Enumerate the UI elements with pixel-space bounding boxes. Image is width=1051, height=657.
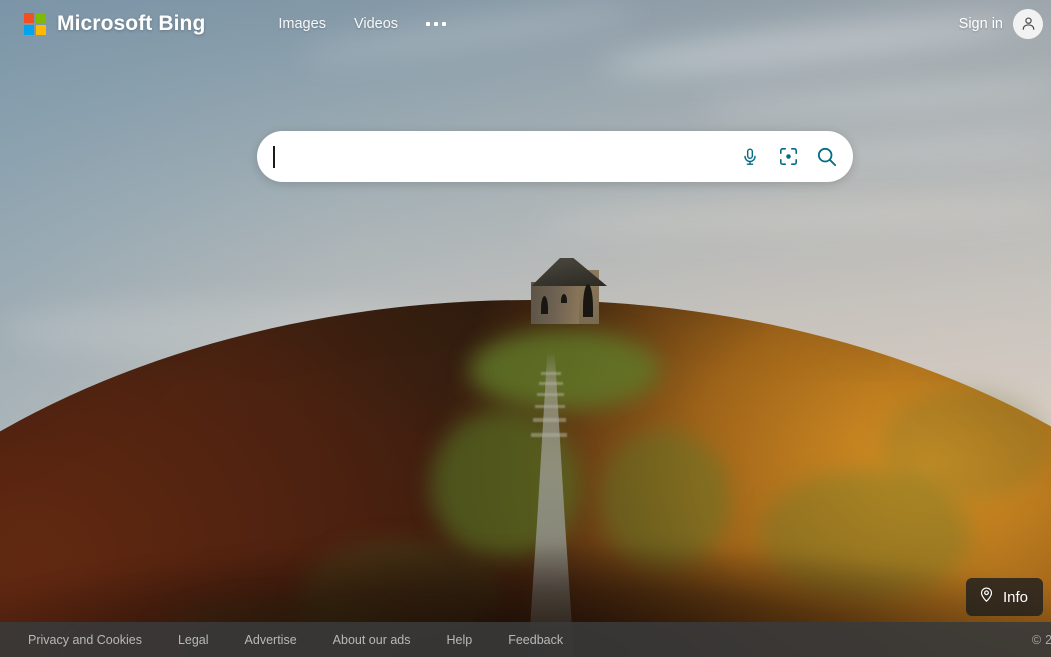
footer-legal[interactable]: Legal (178, 633, 209, 647)
microphone-icon[interactable] (737, 144, 763, 170)
path-step (537, 393, 564, 396)
footer-privacy-and-cookies[interactable]: Privacy and Cookies (28, 633, 142, 647)
search-action-icons (737, 144, 839, 170)
logo-square-yellow (36, 24, 46, 35)
image-info-button[interactable]: Info (965, 578, 1043, 616)
chapel-window (561, 294, 567, 303)
path-step (531, 433, 567, 437)
logo-square-red (24, 12, 34, 23)
ellipsis-dot (442, 21, 447, 26)
bing-logo-link[interactable]: Microsoft Bing (24, 12, 205, 36)
copyright-year: 20 (1045, 632, 1051, 647)
search-input[interactable] (273, 131, 737, 182)
site-footer: Privacy and Cookies Legal Advertise Abou… (0, 622, 1051, 657)
logo-square-green (36, 12, 46, 23)
info-button-label: Info (1002, 588, 1028, 606)
footer-links: Privacy and Cookies Legal Advertise Abou… (28, 633, 599, 647)
person-avatar-icon[interactable] (1013, 8, 1043, 39)
path-step (535, 405, 565, 408)
chapel-ruin (523, 258, 607, 324)
ellipsis-icon[interactable] (412, 12, 460, 36)
ellipsis-dot (434, 21, 439, 26)
footer-feedback[interactable]: Feedback (508, 633, 563, 647)
footer-advertise[interactable]: Advertise (245, 633, 297, 647)
path-step (539, 382, 563, 385)
path-step (533, 418, 566, 422)
footer-about-our-ads[interactable]: About our ads (333, 633, 411, 647)
site-header: Microsoft Bing Images Videos Sign in (0, 0, 1051, 47)
primary-nav: Images Videos (264, 10, 460, 38)
visual-search-camera-icon[interactable] (775, 144, 801, 170)
header-account-area: Sign in (959, 8, 1043, 39)
background-hill-photo (0, 0, 1051, 657)
copyright-symbol: © (1031, 632, 1042, 647)
microsoft-squares-logo (24, 12, 46, 35)
bing-homepage: Microsoft Bing Images Videos Sign in Inf… (0, 0, 1051, 657)
footer-help[interactable]: Help (447, 633, 473, 647)
location-pin-icon (978, 586, 995, 608)
text-caret (273, 146, 275, 168)
search-area (257, 131, 853, 182)
copyright-notice: © 20 (1032, 633, 1051, 647)
ellipsis-dot (426, 21, 431, 26)
nav-videos[interactable]: Videos (340, 10, 412, 38)
chapel-window (541, 296, 548, 314)
sign-in-link[interactable]: Sign in (959, 16, 1003, 32)
path-step (541, 372, 561, 375)
nav-images[interactable]: Images (264, 10, 340, 38)
search-box[interactable] (257, 131, 853, 182)
search-magnifier-icon[interactable] (813, 144, 839, 170)
brand-name: Microsoft Bing (57, 11, 206, 35)
logo-square-blue (24, 24, 34, 35)
